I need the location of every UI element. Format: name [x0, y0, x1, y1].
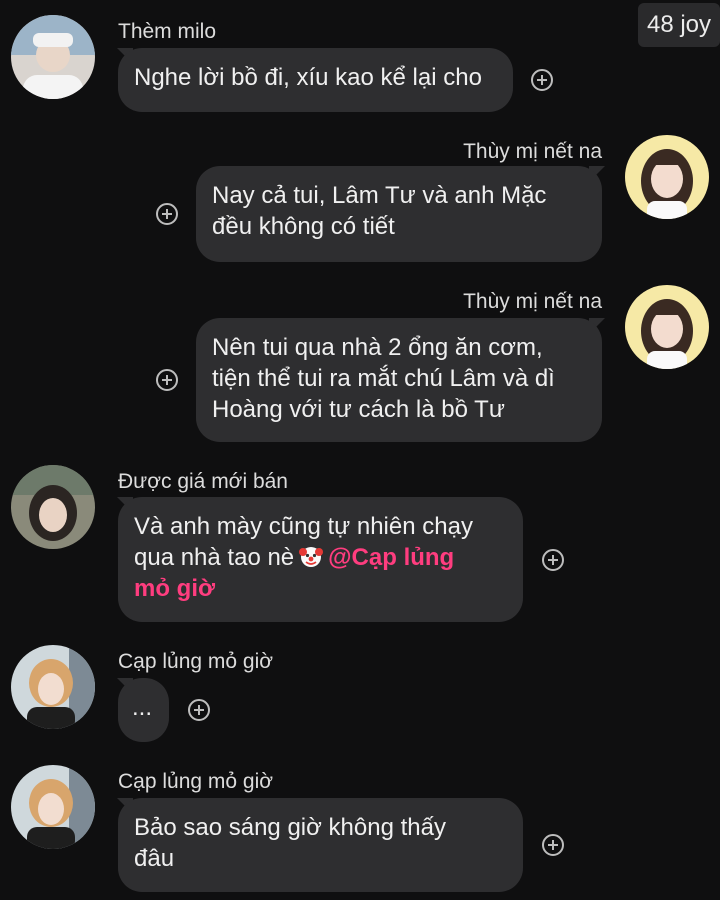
avatar-thuy-mi-net-na[interactable] [625, 135, 709, 219]
message-text: Bảo sao sáng giờ không thấy [134, 814, 446, 841]
sender-name: Cạp lủng mỏ giờ [118, 770, 274, 793]
add-reaction-icon[interactable] [531, 69, 553, 91]
avatar-duoc-gia-moi-ban[interactable] [11, 465, 95, 549]
message-text: đều không có tiết [212, 213, 395, 240]
message-text: Và anh mày cũng tự nhiên chạy [134, 513, 473, 540]
message-text: tiện thể tui ra mắt chú Lâm và dì [212, 365, 555, 392]
sender-name: Thùy mị nết na [463, 290, 602, 313]
add-reaction-icon[interactable] [156, 203, 178, 225]
message-text: Nay cả tui, Lâm Tư và anh Mặc [212, 182, 547, 209]
message-text: ... [132, 694, 153, 721]
message-bubble[interactable]: Nay cả tui, Lâm Tư và anh Mặc đều không … [196, 166, 602, 262]
message-bubble[interactable]: ... [118, 678, 169, 742]
message-text: đâu [134, 845, 175, 872]
avatar-thuy-mi-net-na[interactable] [625, 285, 709, 369]
message-text-segment: qua nhà tao nè [134, 544, 295, 571]
message-bubble[interactable]: Nên tui qua nhà 2 ổng ăn cơm, tiện thể t… [196, 318, 602, 442]
add-reaction-icon[interactable] [156, 369, 178, 391]
user-mention[interactable]: mỏ giờ [134, 573, 507, 604]
avatar-cap-lung-mo-gio[interactable] [11, 765, 95, 849]
message-text: qua nhà tao nè @Cạp lủng [134, 542, 507, 573]
message-bubble[interactable]: Nghe lời bồ đi, xíu kao kể lại cho [118, 48, 513, 112]
sender-name: Thèm milo [118, 20, 217, 43]
message-bubble[interactable]: Bảo sao sáng giờ không thấy đâu [118, 798, 523, 892]
clown-emoji [299, 547, 324, 567]
message-text: Nghe lời bồ đi, xíu kao kể lại cho [134, 64, 482, 91]
avatar-cap-lung-mo-gio[interactable] [11, 645, 95, 729]
message-bubble[interactable]: Và anh mày cũng tự nhiên chạy qua nhà ta… [118, 497, 523, 622]
joy-counter-badge[interactable]: 48 joy [638, 3, 720, 47]
message-text: Nên tui qua nhà 2 ổng ăn cơm, [212, 334, 543, 361]
avatar-them-milo[interactable] [11, 15, 95, 99]
sender-name: Cạp lủng mỏ giờ [118, 650, 274, 673]
sender-name: Thùy mị nết na [463, 140, 602, 163]
add-reaction-icon[interactable] [188, 699, 210, 721]
user-mention[interactable]: @Cạp lủng [328, 544, 454, 571]
sender-name: Được giá mới bán [118, 470, 288, 493]
add-reaction-icon[interactable] [542, 549, 564, 571]
add-reaction-icon[interactable] [542, 834, 564, 856]
message-text: Hoàng với tư cách là bồ Tư [212, 396, 505, 423]
